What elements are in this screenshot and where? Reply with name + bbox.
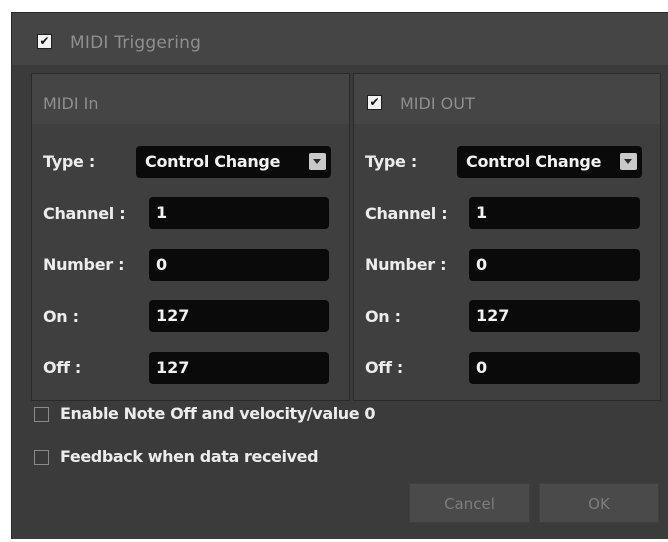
enable-note-off-checkbox[interactable] [34, 407, 49, 422]
chevron-down-icon[interactable] [309, 153, 326, 170]
ok-button[interactable]: OK [539, 483, 659, 523]
midi-out-header: ✔ MIDI OUT [354, 74, 660, 124]
midi-in-title: MIDI In [43, 94, 99, 113]
midi-out-on-input[interactable]: 127 [469, 300, 640, 332]
midi-in-type-value: Control Change [145, 152, 281, 171]
dialog-header: ✔ MIDI Triggering [12, 13, 668, 65]
midi-out-number-label: Number : [365, 255, 447, 274]
midi-out-type-label: Type : [365, 152, 417, 171]
midi-in-channel-input[interactable]: 1 [149, 197, 329, 229]
midi-in-off-label: Off : [43, 358, 81, 377]
midi-out-channel-label: Channel : [365, 204, 448, 223]
dialog-title: MIDI Triggering [70, 33, 202, 53]
midi-out-off-label: Off : [365, 358, 403, 377]
midi-out-checkbox[interactable]: ✔ [367, 95, 382, 110]
midi-in-number-input[interactable]: 0 [149, 249, 329, 281]
midi-in-number-label: Number : [43, 255, 125, 274]
midi-triggering-checkbox[interactable]: ✔ [37, 34, 52, 49]
midi-in-off-input[interactable]: 127 [149, 352, 329, 384]
midi-out-on-label: On : [365, 307, 401, 326]
midi-out-title: MIDI OUT [400, 94, 475, 113]
midi-in-on-label: On : [43, 307, 79, 326]
midi-in-type-select[interactable]: Control Change [136, 146, 331, 178]
midi-out-number-input[interactable]: 0 [469, 249, 640, 281]
midi-in-on-input[interactable]: 127 [149, 300, 329, 332]
midi-out-off-input[interactable]: 0 [469, 352, 640, 384]
midi-in-channel-label: Channel : [43, 204, 126, 223]
cancel-button[interactable]: Cancel [409, 483, 530, 523]
enable-note-off-label: Enable Note Off and velocity/value 0 [60, 404, 376, 423]
midi-out-type-value: Control Change [466, 152, 602, 171]
midi-in-panel: MIDI In Type : Control Change Channel : … [31, 73, 350, 401]
midi-out-type-select[interactable]: Control Change [457, 146, 642, 178]
midi-out-panel: ✔ MIDI OUT Type : Control Change Channel… [353, 73, 661, 401]
midi-out-channel-input[interactable]: 1 [469, 197, 640, 229]
midi-in-header: MIDI In [32, 74, 349, 124]
feedback-checkbox[interactable] [34, 450, 49, 465]
midi-in-type-label: Type : [43, 152, 95, 171]
chevron-down-icon[interactable] [620, 153, 637, 170]
midi-triggering-dialog: ✔ MIDI Triggering MIDI In Type : Control… [11, 12, 668, 539]
feedback-label: Feedback when data received [60, 447, 319, 466]
